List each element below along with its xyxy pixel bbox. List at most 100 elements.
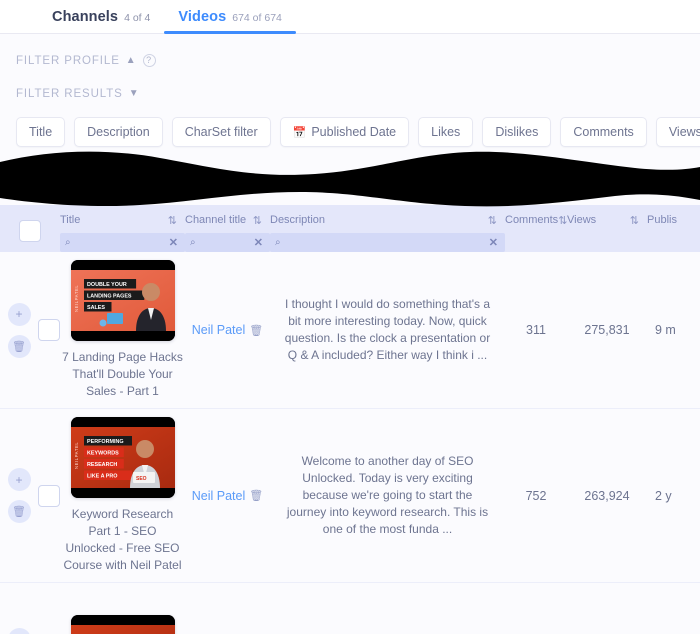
videos-table: Title ⇅ ⌕ ✕ Channel title ⇅ ⌕ ✕ Descript…	[0, 205, 700, 634]
filter-profile-section: FILTER PROFILE ▲ ?	[0, 34, 700, 67]
header-published-label: Publis	[647, 214, 677, 226]
header-views-cell: Views ⇅	[567, 205, 647, 252]
tab-channels[interactable]: Channels 4 of 4	[38, 9, 164, 33]
filter-chip-views[interactable]: Views	[655, 117, 700, 147]
header-channel-cell: Channel title ⇅ ⌕ ✕	[185, 205, 270, 252]
video-thumbnail[interactable]: NEILPATEL PERFORMING KEYWORDS RESEARCH LIKE …	[70, 417, 175, 498]
search-icon: ⌕	[275, 237, 281, 248]
description-cell: I thought I would do something that's a …	[284, 297, 491, 362]
select-all-checkbox[interactable]	[19, 220, 41, 242]
header-comments-label: Comments	[505, 214, 559, 226]
filter-results-toggle[interactable]: FILTER RESULTS ▼	[16, 88, 700, 100]
channel-link[interactable]: Neil Patel	[192, 323, 246, 337]
tab-channels-count: 4 of 4	[124, 12, 151, 24]
svg-text:LIKE A PRO: LIKE A PRO	[87, 474, 117, 480]
tab-bar: Channels 4 of 4 Videos 674 of 674	[0, 0, 700, 34]
video-title-text[interactable]: Keyword Research Part 1 - SEO Unlocked -…	[62, 506, 183, 574]
sort-title-icon[interactable]: ⇅	[168, 215, 177, 226]
video-title-text[interactable]: 7 Landing Page Hacks That'll Double Your…	[62, 349, 183, 400]
header-description-label: Description	[270, 214, 326, 226]
video-thumbnail[interactable]: NEILPATELTHE FUTURE OFDIGITALMARKETING	[70, 614, 175, 634]
row-select-cell	[38, 319, 60, 341]
search-input-description[interactable]	[280, 236, 489, 249]
sort-channel-icon[interactable]: ⇅	[253, 215, 262, 226]
filter-chip-description[interactable]: Description	[74, 117, 163, 147]
channel-link[interactable]: Neil Patel	[192, 489, 246, 503]
filter-chip-label: Description	[87, 125, 150, 139]
description-cell: Welcome to another day of SEO Unlocked. …	[286, 454, 489, 536]
table-header: Title ⇅ ⌕ ✕ Channel title ⇅ ⌕ ✕ Descript…	[0, 205, 700, 252]
svg-text:NEILPATEL: NEILPATEL	[74, 442, 79, 469]
filter-chip-comments[interactable]: Comments	[560, 117, 647, 147]
filter-profile-toggle[interactable]: FILTER PROFILE ▲ ?	[16, 54, 700, 67]
svg-text:SALES: SALES	[87, 305, 105, 311]
table-row[interactable]: + 🗑 NEILPATEL DOUBLE YOUR LANDING PAGES SALES…	[0, 252, 700, 409]
filter-chip-label: Dislikes	[495, 125, 539, 139]
chevron-up-icon[interactable]: ▲	[126, 55, 137, 66]
clear-channel-filter-icon[interactable]: ✕	[254, 236, 270, 249]
search-icon: ⌕	[190, 237, 196, 248]
filter-chip-label: Published Date	[311, 125, 397, 139]
description-cell: Don't try to go viral, post COVID what y…	[270, 628, 505, 634]
header-description-cell: Description ⇅ ⌕ ✕	[270, 205, 505, 252]
search-icon: ⌕	[65, 237, 71, 248]
video-title-cell: NEILPATEL PERFORMING KEYWORDS RESEARCH LIKE …	[60, 409, 185, 582]
filter-chip-published-date[interactable]: 📅 Published Date	[279, 117, 410, 147]
filter-chip-charset-filter[interactable]: CharSet filter	[171, 117, 271, 147]
chevron-down-icon[interactable]: ▼	[129, 89, 140, 99]
views-count: 263,924	[584, 488, 630, 503]
svg-text:DOUBLE YOUR: DOUBLE YOUR	[87, 282, 127, 288]
video-thumbnail[interactable]: NEILPATEL DOUBLE YOUR LANDING PAGES SALES	[70, 260, 175, 341]
row-select-cell	[38, 484, 60, 507]
table-header-row: Title ⇅ ⌕ ✕ Channel title ⇅ ⌕ ✕ Descript…	[0, 205, 700, 252]
trash-icon[interactable]: 🗑	[249, 489, 263, 502]
help-icon[interactable]: ?	[142, 54, 156, 67]
tab-videos[interactable]: Videos 674 of 674	[164, 9, 296, 34]
clear-title-filter-icon[interactable]: ✕	[169, 236, 185, 249]
search-input-title[interactable]	[70, 236, 169, 249]
header-views-label: Views	[567, 214, 597, 226]
clear-description-filter-icon[interactable]: ✕	[489, 236, 505, 249]
filter-chip-dislikes[interactable]: Dislikes	[482, 117, 552, 147]
filter-chip-title[interactable]: Title	[16, 117, 66, 147]
filter-profile-label: FILTER PROFILE	[16, 54, 120, 67]
calendar-icon: 📅	[292, 126, 307, 139]
filter-chip-label: CharSet filter	[184, 125, 258, 139]
svg-text:RESEARCH: RESEARCH	[87, 462, 117, 468]
filter-chip-label: Title	[29, 125, 53, 139]
tab-channels-label: Channels	[52, 9, 119, 25]
tab-videos-label: Videos	[178, 9, 227, 25]
row-actions: +🗑	[0, 302, 38, 358]
search-input-channel[interactable]	[195, 236, 254, 249]
filter-chip-row: Title Description CharSet filter 📅 Published…	[0, 100, 700, 147]
filter-chip-label: Views	[668, 125, 700, 139]
add-row-button[interactable]: +	[7, 302, 31, 326]
table-row[interactable]: +🗑 NEILPATELTHE FUTURE OFDIGITALMARKETING…	[0, 583, 700, 634]
svg-text:PERFORMING: PERFORMING	[87, 439, 124, 445]
add-row-button[interactable]: +	[7, 468, 31, 491]
row-checkbox[interactable]	[38, 484, 60, 507]
sort-views-icon[interactable]: ⇅	[630, 215, 639, 226]
filter-chip-likes[interactable]: Likes	[418, 117, 474, 147]
table-body: + 🗑 NEILPATEL DOUBLE YOUR LANDING PAGES SALES…	[0, 252, 700, 634]
table-row[interactable]: + 🗑 NEILPATEL PERFORMING KEYWORDS RESEARCH LIK…	[0, 409, 700, 583]
header-channel-label: Channel title	[185, 214, 247, 226]
published-date: 9 m	[655, 323, 676, 337]
redaction-wave-mask	[0, 151, 700, 207]
svg-text:NEILPATEL: NEILPATEL	[74, 285, 79, 312]
video-title-cell: NEILPATEL DOUBLE YOUR LANDING PAGES SALES 7 …	[60, 252, 185, 408]
add-row-button[interactable]: +	[7, 627, 31, 634]
delete-row-button[interactable]: 🗑	[7, 500, 31, 523]
sort-description-icon[interactable]: ⇅	[488, 215, 497, 226]
delete-row-button[interactable]: 🗑	[7, 334, 31, 358]
filter-results-section: FILTER RESULTS ▼	[0, 67, 700, 100]
filter-chip-label: Comments	[573, 125, 634, 139]
views-count: 275,831	[584, 323, 630, 337]
comments-count: 311	[526, 323, 546, 337]
video-title-cell: NEILPATELTHE FUTURE OFDIGITALMARKETING	[60, 607, 185, 634]
row-checkbox[interactable]	[38, 319, 60, 341]
header-title-cell: Title ⇅ ⌕ ✕	[60, 205, 185, 252]
filter-results-label: FILTER RESULTS	[16, 88, 123, 100]
trash-icon[interactable]: 🗑	[249, 324, 263, 337]
svg-text:LANDING PAGES: LANDING PAGES	[87, 294, 132, 300]
